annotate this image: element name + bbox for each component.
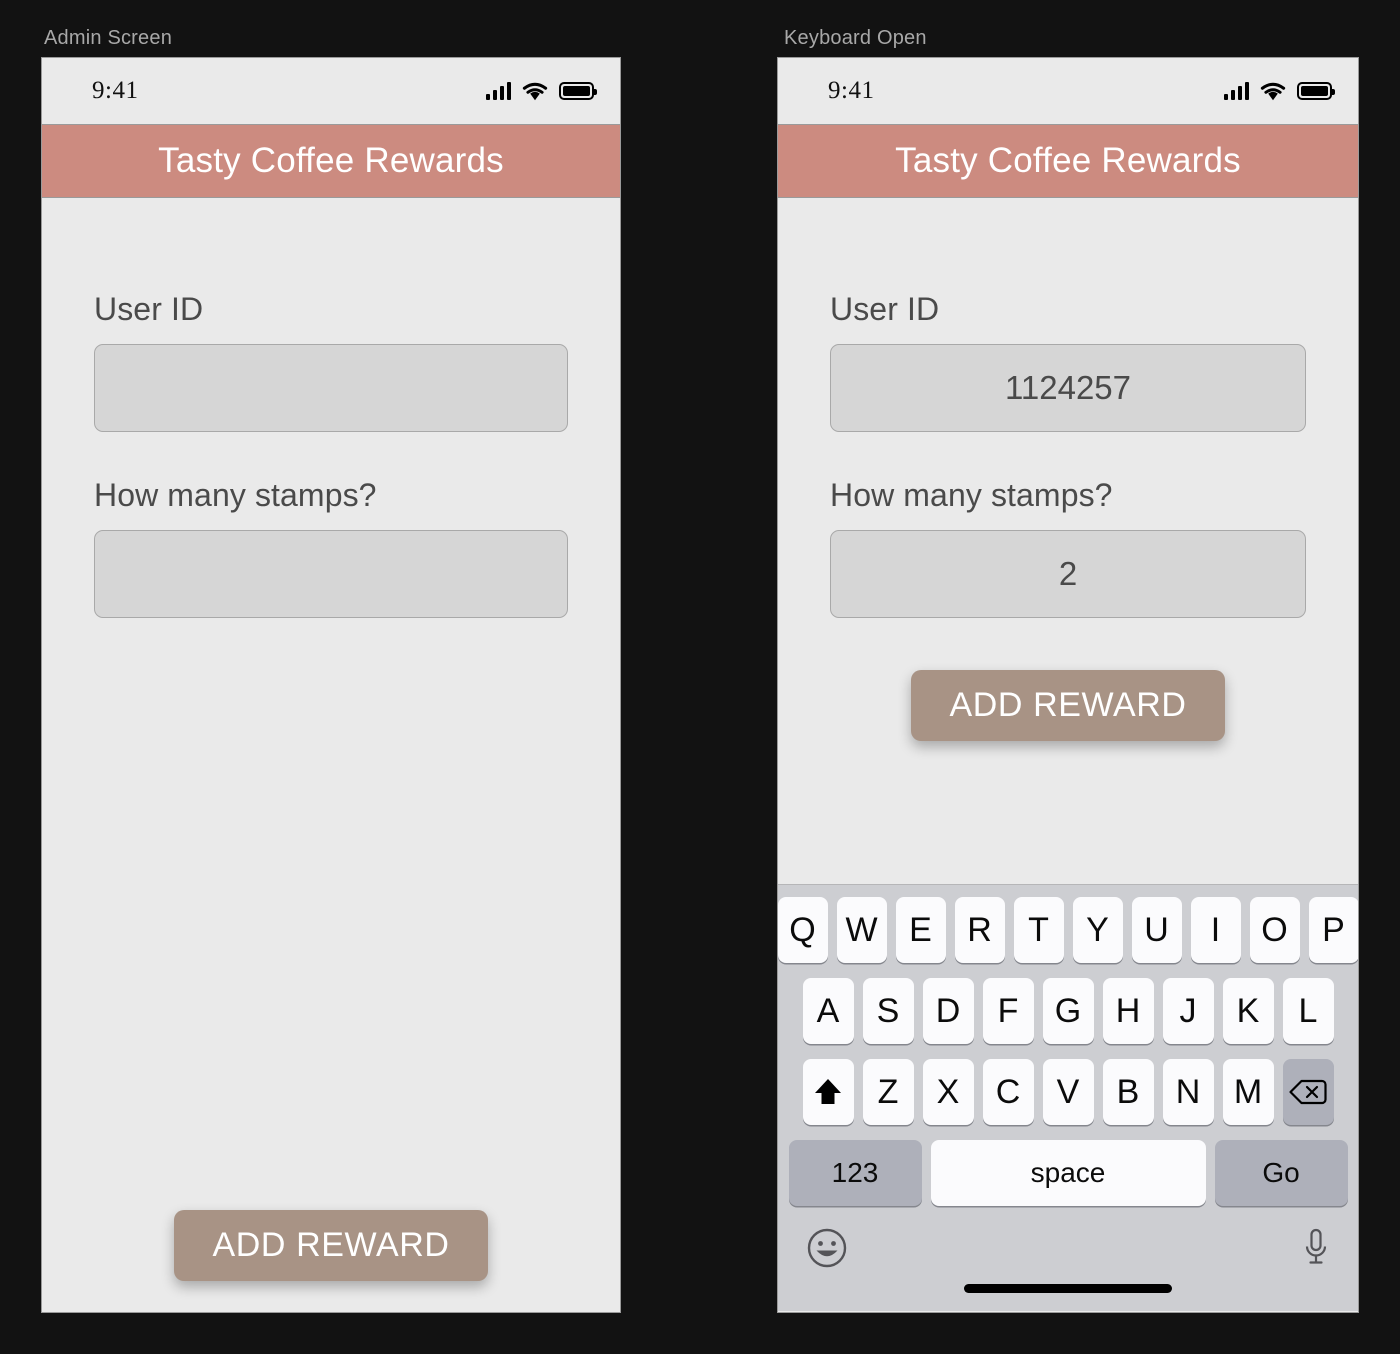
return-go-key[interactable]: Go: [1214, 1140, 1348, 1206]
add-reward-button[interactable]: ADD REWARD: [911, 670, 1225, 741]
key-l[interactable]: L: [1282, 978, 1334, 1044]
key-p[interactable]: P: [1308, 897, 1358, 963]
key-m[interactable]: M: [1222, 1059, 1274, 1125]
key-j[interactable]: J: [1162, 978, 1214, 1044]
status-bar-time: 9:41: [92, 77, 139, 104]
shift-key[interactable]: [802, 1059, 854, 1125]
field-spacer: [830, 432, 1306, 477]
backspace-key[interactable]: [1282, 1059, 1334, 1125]
field-spacer: [94, 432, 568, 477]
on-screen-keyboard: Q W E R T Y U I O P A S D F G H J K L Z …: [778, 884, 1358, 1311]
add-reward-button[interactable]: ADD REWARD: [174, 1210, 488, 1281]
stamps-input[interactable]: [94, 530, 568, 618]
key-d[interactable]: D: [922, 978, 974, 1044]
shift-icon: [811, 1075, 845, 1109]
key-s[interactable]: S: [862, 978, 914, 1044]
page-title: Tasty Coffee Rewards: [895, 141, 1241, 180]
reward-form: User ID 1124257 How many stamps? 2 ADD R…: [778, 198, 1358, 741]
app-bar: Tasty Coffee Rewards: [42, 124, 620, 198]
user-id-label: User ID: [94, 291, 204, 327]
screenshot-canvas: Admin Screen 9:41 Tasty Coffee Rewards U…: [0, 0, 1400, 1354]
keyboard-bottom-bar: [778, 1221, 1358, 1311]
keyboard-row-4: 123 space Go: [778, 1140, 1358, 1206]
emoji-key[interactable]: [806, 1227, 848, 1269]
key-e[interactable]: E: [895, 897, 946, 963]
cellular-signal-icon: [485, 82, 511, 100]
key-z[interactable]: Z: [862, 1059, 914, 1125]
user-id-input[interactable]: [94, 344, 568, 432]
status-bar: 9:41: [778, 58, 1358, 124]
reward-form: User ID How many stamps?: [42, 198, 620, 618]
space-key[interactable]: space: [930, 1140, 1206, 1206]
keyboard-row-1: Q W E R T Y U I O P: [778, 897, 1358, 963]
app-bar: Tasty Coffee Rewards: [778, 124, 1358, 198]
battery-icon: [559, 82, 597, 100]
phone-frame-keyboard-open: 9:41 Tasty Coffee Rewards User ID 112425…: [777, 57, 1359, 1313]
key-i[interactable]: I: [1190, 897, 1241, 963]
key-f[interactable]: F: [982, 978, 1034, 1044]
status-bar-icons: [485, 82, 597, 101]
screen-content-admin: User ID How many stamps? ADD REWARD: [42, 198, 620, 1311]
key-g[interactable]: G: [1042, 978, 1094, 1044]
battery-icon: [1297, 82, 1335, 100]
dictation-key[interactable]: [1302, 1227, 1330, 1269]
frame-caption-admin-screen: Admin Screen: [44, 27, 173, 49]
key-x[interactable]: X: [922, 1059, 974, 1125]
status-bar: 9:41: [42, 58, 620, 124]
status-bar-icons: [1223, 82, 1335, 101]
key-u[interactable]: U: [1131, 897, 1182, 963]
phone-frame-admin-screen: 9:41 Tasty Coffee Rewards User ID How ma…: [41, 57, 621, 1313]
key-w[interactable]: W: [836, 897, 887, 963]
backspace-icon: [1288, 1078, 1328, 1106]
wifi-icon: [1260, 82, 1286, 101]
user-id-input[interactable]: 1124257: [830, 344, 1306, 432]
key-o[interactable]: O: [1249, 897, 1300, 963]
numbers-key[interactable]: 123: [788, 1140, 922, 1206]
wifi-icon: [522, 82, 548, 101]
stamps-input[interactable]: 2: [830, 530, 1306, 618]
key-k[interactable]: K: [1222, 978, 1274, 1044]
key-c[interactable]: C: [982, 1059, 1034, 1125]
key-q[interactable]: Q: [778, 897, 828, 963]
status-bar-time: 9:41: [828, 77, 875, 104]
keyboard-row-2: A S D F G H J K L: [778, 978, 1358, 1044]
submit-button-container: ADD REWARD: [830, 670, 1306, 741]
stamps-label: How many stamps?: [94, 477, 377, 513]
key-y[interactable]: Y: [1072, 897, 1123, 963]
cellular-signal-icon: [1223, 82, 1249, 100]
key-a[interactable]: A: [802, 978, 854, 1044]
key-v[interactable]: V: [1042, 1059, 1094, 1125]
key-r[interactable]: R: [954, 897, 1005, 963]
submit-button-container: ADD REWARD: [42, 1210, 620, 1281]
key-h[interactable]: H: [1102, 978, 1154, 1044]
key-b[interactable]: B: [1102, 1059, 1154, 1125]
key-t[interactable]: T: [1013, 897, 1064, 963]
page-title: Tasty Coffee Rewards: [158, 141, 504, 180]
home-indicator: [964, 1284, 1172, 1293]
key-n[interactable]: N: [1162, 1059, 1214, 1125]
keyboard-row-3: Z X C V B N M: [778, 1059, 1358, 1125]
user-id-label: User ID: [830, 291, 940, 327]
screen-content-keyboard: User ID 1124257 How many stamps? 2 ADD R…: [778, 198, 1358, 1311]
frame-caption-keyboard-open: Keyboard Open: [784, 27, 927, 49]
stamps-label: How many stamps?: [830, 477, 1113, 513]
